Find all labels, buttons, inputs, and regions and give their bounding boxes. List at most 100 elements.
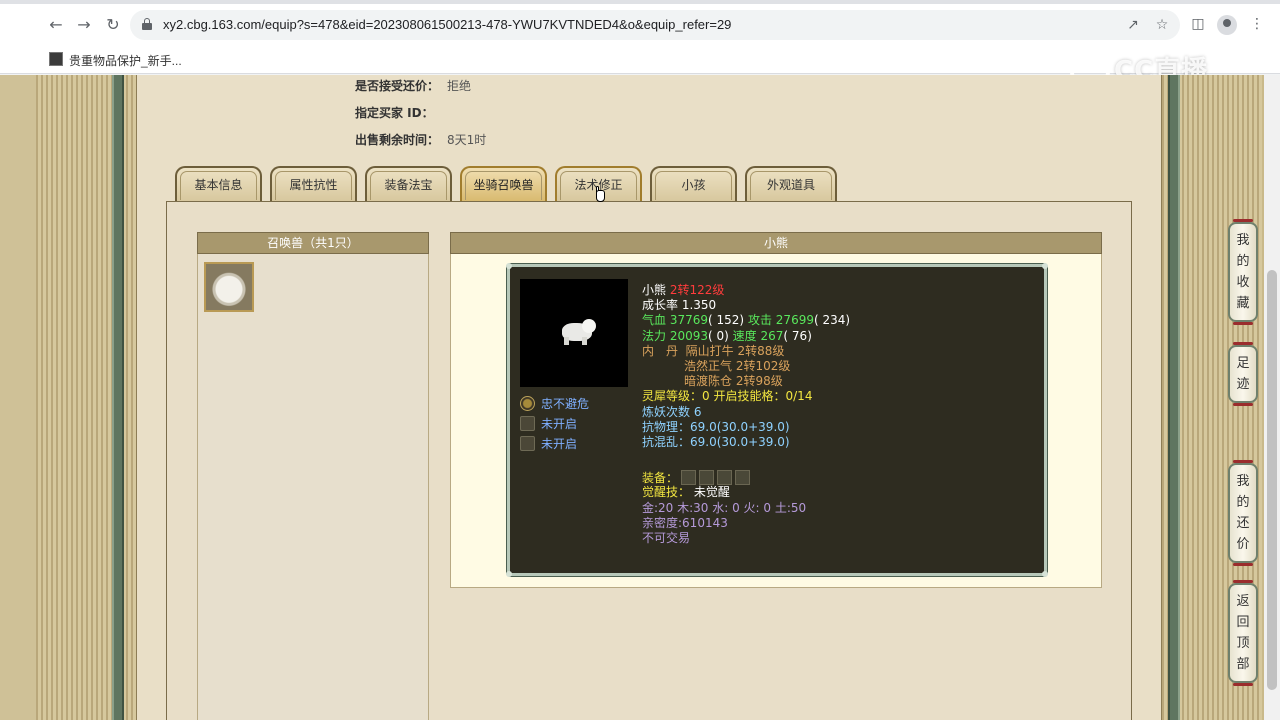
card-corner [1042,571,1048,577]
profile-avatar-icon[interactable] [1217,15,1237,35]
tab-panel: 召唤兽（共1只） 小熊 忠不避危 未开启 未开启 小熊 2转122级 成长率 1… [166,201,1132,720]
pet-card: 忠不避危 未开启 未开启 小熊 2转122级 成长率 1.350 气血 3776… [506,263,1048,577]
card-corner [506,571,512,577]
neidan-item: 浩然正气 2转102级 [684,358,791,373]
tab-mount-summon[interactable]: 坐骑召唤兽 [460,166,547,202]
mouse-pointer-hand-icon [593,186,607,204]
reload-icon[interactable]: ↻ [102,14,124,36]
equip-slot[interactable] [699,470,715,486]
browser-toolbar: ← → ↻ xy2.cbg.163.com/equip?s=478&eid=20… [0,0,1280,48]
neidan-label: 内 丹 [642,343,679,358]
equip-label: 装备： [642,471,679,486]
equip-slot[interactable] [735,470,751,486]
tab-attributes[interactable]: 属性抗性 [270,166,357,202]
equip-slot[interactable] [717,470,733,486]
bookmark-favicon-icon [49,52,63,66]
tab-strip [0,0,1280,4]
pet-skill[interactable]: 未开启 [520,435,577,452]
pet-detail-header: 小熊 [450,232,1102,254]
card-corner [506,263,512,269]
awaken-label: 觉醒技： [642,485,691,500]
forward-icon[interactable]: → [73,14,95,36]
side-nav-favorites[interactable]: 我的收藏 [1228,219,1258,325]
info-value: 拒绝 [447,79,472,93]
url-text[interactable]: xy2.cbg.163.com/equip?s=478&eid=20230806… [163,17,731,32]
stat-label: 攻击 [747,313,772,328]
sidepanel-icon[interactable]: ◫ [1188,14,1208,34]
pet-stats: 小熊 2转122级 成长率 1.350 气血 37769( 152) 攻击 27… [642,283,850,546]
stat-mana: 20093 [669,328,709,343]
main-content: 是否接受还价： 拒绝 指定买家 ID： 出售剩余时间： 8天1时 基本信息 属性… [136,75,1162,720]
stat-speed: 267 [760,328,784,343]
side-nav-back-to-top[interactable]: 返回顶部 [1228,580,1258,686]
pet-portrait [520,279,628,387]
locked-skill-icon [520,436,535,451]
skill-label: 忠不避危 [541,397,590,411]
summon-list-header: 召唤兽（共1只） [197,232,429,254]
side-nav-label: 我的还价 [1236,474,1250,552]
stat-label: 速度 [732,328,757,343]
pet-skill[interactable]: 未开启 [520,415,577,432]
tab-equipment[interactable]: 装备法宝 [365,166,452,202]
lingxi-skill-label: 开启技能格： [713,389,786,404]
scrollbar-thumb[interactable] [1267,270,1277,690]
awaken-value: 未觉醒 [693,485,730,500]
scrollbar[interactable] [1264,75,1280,720]
info-label: 出售剩余时间： [355,133,440,147]
lock-icon[interactable] [142,18,152,30]
info-label: 指定买家 ID： [355,106,434,120]
stat-speed-extra: ( 76) [783,328,812,343]
stat-label: 法力 [642,328,667,343]
info-row-buyer: 指定买家 ID： [355,104,434,121]
pet-growth: 成长率 1.350 [642,298,717,313]
stat-mana-extra: ( 0) [708,328,729,343]
neidan-item: 隔山打牛 2转88级 [685,343,785,358]
pet-skill[interactable]: 忠不避危 [520,395,589,412]
lingxi-skill-value: 0/14 [785,389,813,404]
side-nav-label: 我的收藏 [1236,233,1250,311]
back-icon[interactable]: ← [45,14,67,36]
skill-label: 未开启 [541,417,578,431]
side-nav-label: 足迹 [1236,356,1250,392]
skill-icon [520,396,535,411]
right-decor-stripe [1168,75,1180,720]
side-nav-my-offers[interactable]: 我的还价 [1228,460,1258,566]
bookmark-star-icon[interactable]: ☆ [1152,15,1172,35]
polar-bear-icon [558,319,596,345]
locked-skill-icon [520,416,535,431]
menu-kebab-icon[interactable]: ⋮ [1247,14,1267,34]
lianyao-count: 炼妖次数 6 [642,404,702,419]
element-attributes: 金:20 木:30 水: 0 火: 0 土:50 [642,500,807,515]
info-value: 8天1时 [447,133,487,147]
address-bar[interactable]: xy2.cbg.163.com/equip?s=478&eid=20230806… [130,10,1180,40]
share-icon[interactable]: ↗ [1123,15,1143,35]
resist-physical: 抗物理：69.0(30.0+39.0) [642,419,790,434]
outer-background [0,75,36,720]
lingxi-label: 灵犀等级： [642,389,703,404]
stat-attack: 27699 [775,313,814,328]
intimacy: 亲密度:610143 [642,515,728,530]
stat-label: 气血 [642,313,667,328]
side-nav-history[interactable]: 足迹 [1228,342,1258,406]
left-decor-stripe [112,75,124,720]
stat-attack-extra: ( 234) [813,313,851,328]
pet-name: 小熊 [642,283,667,297]
card-corner [1042,263,1048,269]
tab-child[interactable]: 小孩 [650,166,737,202]
resist-chaos: 抗混乱：69.0(30.0+39.0) [642,434,790,449]
stat-hp-extra: ( 152) [708,313,745,328]
equip-slot[interactable] [681,470,697,486]
bookmark-item[interactable]: 贵重物品保护_新手... [69,52,182,69]
tab-appearance[interactable]: 外观道具 [745,166,837,202]
info-row-remaining-time: 出售剩余时间： 8天1时 [355,131,486,148]
info-label: 是否接受还价： [355,79,440,93]
lingxi-value: 0 [702,389,710,404]
pet-thumbnail-polar-bear-icon[interactable] [204,262,254,312]
side-nav-label: 返回顶部 [1236,594,1250,672]
neidan-item: 暗渡陈仓 2转98级 [684,374,783,389]
tab-basic-info[interactable]: 基本信息 [175,166,262,202]
trade-status: 不可交易 [642,531,691,545]
summon-list [197,254,429,720]
pet-detail-panel: 忠不避危 未开启 未开启 小熊 2转122级 成长率 1.350 气血 3776… [450,254,1102,588]
pet-level: 2转122级 [669,283,725,297]
